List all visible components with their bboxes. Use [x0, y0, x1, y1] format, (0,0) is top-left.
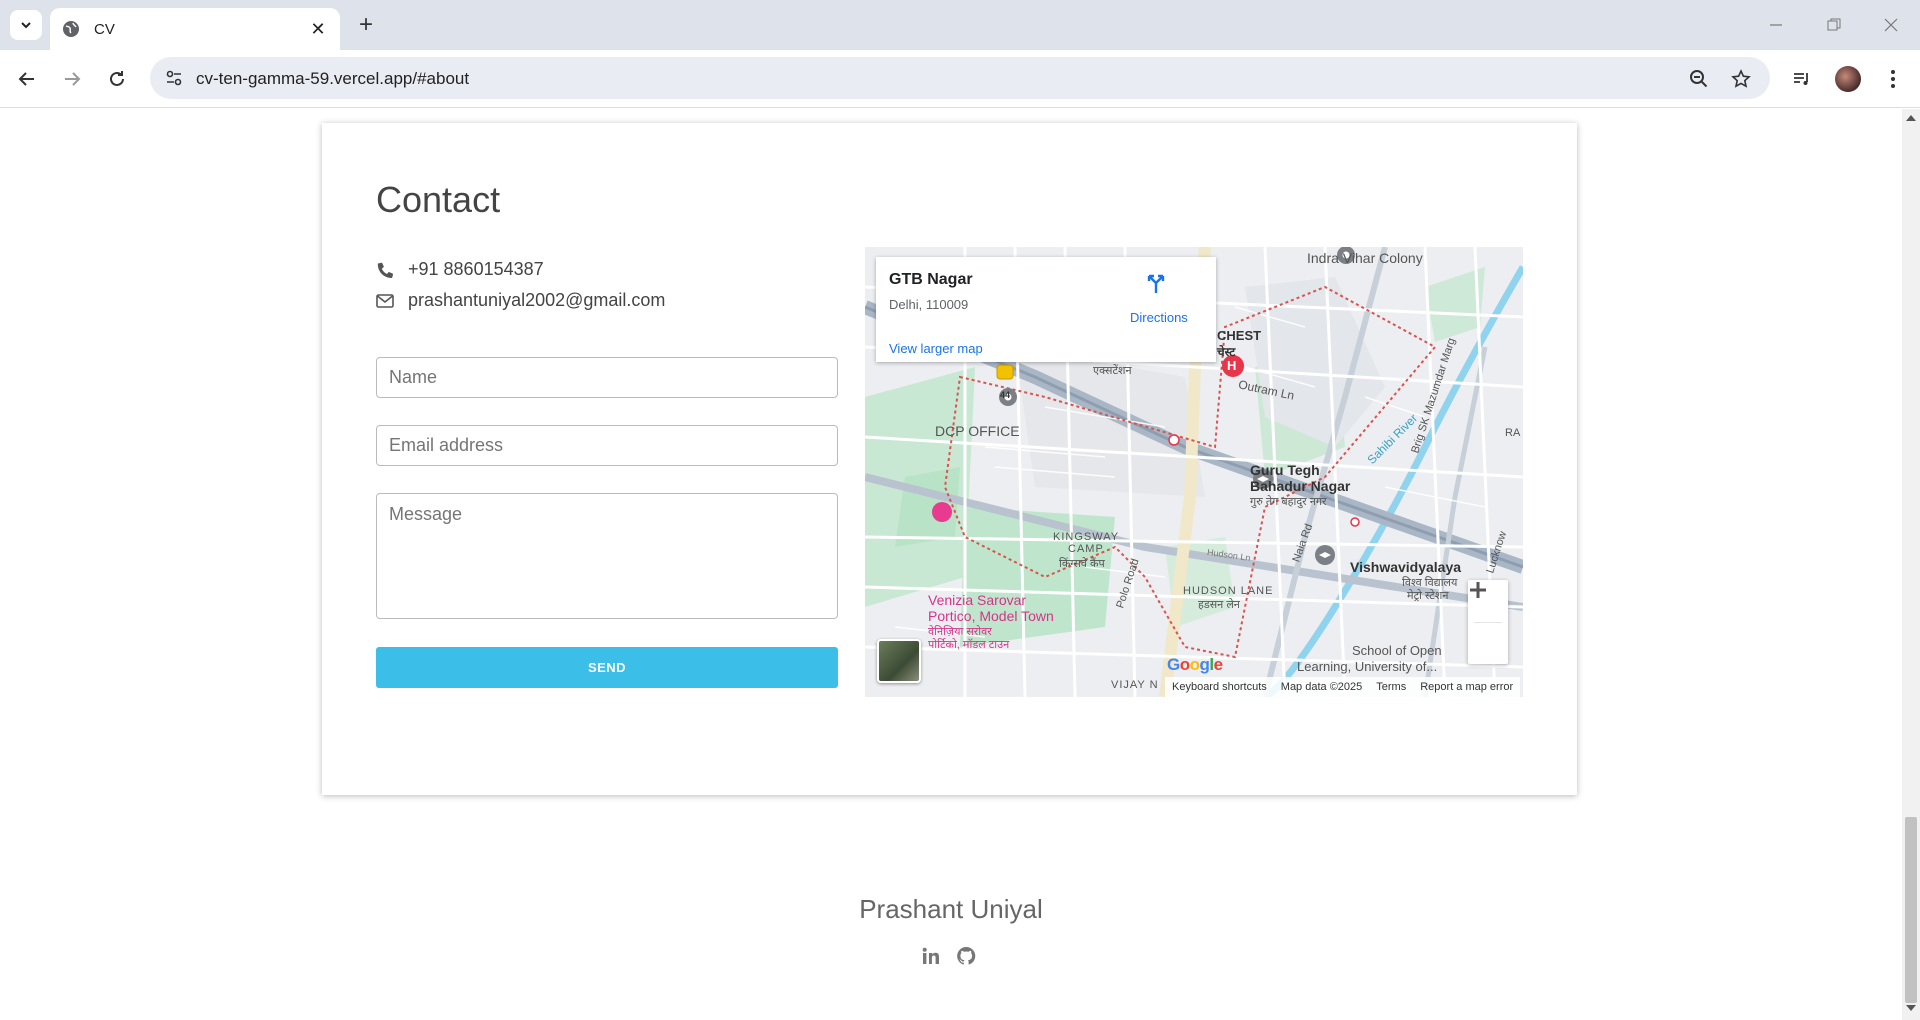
github-link[interactable]	[955, 945, 977, 967]
phone-number: +91 8860154387	[408, 259, 544, 279]
media-control-button[interactable]	[1787, 64, 1817, 94]
email-address: prashantuniyal2002@gmail.com	[408, 290, 666, 310]
map-label-highway-44: 44	[1000, 390, 1011, 400]
map-place-card: GTB Nagar Delhi, 110009 Directions View …	[876, 257, 1216, 362]
view-larger-map-link[interactable]: View larger map	[889, 341, 983, 356]
map-label-dcp-office: DCP OFFICE	[935, 423, 1020, 439]
google-logo: Google	[1167, 655, 1223, 674]
map-label-ra: RA	[1505, 427, 1521, 439]
map-label-extension-hi: एक्सटेंशन	[1093, 365, 1132, 377]
tab-strip: CV ✕ +	[0, 0, 1920, 50]
satellite-toggle[interactable]	[877, 639, 921, 683]
scroll-up-arrow[interactable]	[1906, 115, 1916, 121]
contact-section: Contact +91 8860154387 prashantuniyal200…	[322, 123, 1577, 795]
map-label-indra-vihar: Indra Vihar Colony	[1307, 250, 1423, 266]
github-icon	[957, 946, 976, 965]
zoom-divider	[1474, 622, 1502, 623]
media-queue-icon	[1794, 73, 1808, 85]
site-settings-icon[interactable]	[164, 68, 184, 88]
map-label-gtb-nagar-2: Bahadur Nagar	[1250, 478, 1351, 494]
url-text: cv-ten-gamma-59.vercel.app/#about	[196, 69, 470, 88]
envelope-icon	[376, 291, 398, 311]
star-icon	[1731, 69, 1751, 88]
zoom-out-button[interactable]	[1468, 588, 1508, 664]
map-label-gtb-hi: गुरु तेग बहादुर नगर	[1250, 496, 1327, 508]
new-tab-button[interactable]: +	[352, 12, 380, 40]
address-bar[interactable]: cv-ten-gamma-59.vercel.app/#about	[150, 57, 1770, 99]
map-label-school-1: School of Open	[1352, 643, 1442, 658]
close-tab-icon[interactable]: ✕	[308, 19, 328, 39]
minimize-icon	[1770, 24, 1782, 26]
keyboard-shortcuts-link[interactable]: Keyboard shortcuts	[1172, 681, 1267, 693]
forward-button[interactable]	[57, 64, 87, 94]
email-input[interactable]	[376, 425, 838, 466]
map-label-hudson-lane: HUDSON LANE	[1183, 585, 1274, 597]
zoom-button[interactable]	[1688, 68, 1710, 90]
contact-heading: Contact	[376, 179, 501, 220]
globe-icon	[63, 21, 79, 37]
map-label-vishwavidyalaya: Vishwavidyalaya	[1350, 559, 1462, 575]
tab-title: CV	[94, 20, 115, 38]
phone-icon	[376, 260, 398, 280]
phone-row: +91 8860154387	[376, 259, 544, 280]
restore-button[interactable]	[1814, 8, 1854, 42]
map-label-vish-hi-2: मेट्रो स्टेशन	[1407, 590, 1449, 602]
message-textarea[interactable]	[376, 493, 838, 619]
map-attribution-bar: Keyboard shortcuts Map data ©2025 Terms …	[1165, 677, 1521, 697]
hospital-icon: H	[1227, 358, 1237, 373]
scroll-down-arrow[interactable]	[1906, 1005, 1916, 1011]
reload-button[interactable]	[102, 64, 132, 94]
restore-icon	[1827, 18, 1841, 31]
tab-search-button[interactable]	[10, 10, 42, 40]
page-viewport: Contact +91 8860154387 prashantuniyal200…	[0, 109, 1902, 1020]
directions-icon[interactable]	[1144, 271, 1168, 295]
linkedin-link[interactable]	[920, 945, 942, 967]
name-input[interactable]	[376, 357, 838, 398]
map-label-chest: CHEST	[1217, 328, 1262, 343]
bookmark-button[interactable]	[1730, 68, 1752, 90]
avatar	[1835, 66, 1861, 92]
zoom-out-icon	[1690, 70, 1708, 88]
reload-icon	[110, 71, 124, 86]
map-label-kingsway-2: CAMP	[1068, 543, 1104, 555]
minus-icon	[1470, 588, 1486, 592]
minimize-button[interactable]	[1756, 8, 1796, 42]
browser-tab[interactable]: CV ✕	[50, 8, 340, 50]
report-map-error-link[interactable]: Report a map error	[1420, 681, 1513, 693]
map-label-kingsway-hi: किंग्सवे कैंप	[1059, 558, 1105, 570]
page-scrollbar[interactable]	[1902, 109, 1920, 1020]
map-label-venizia-2: Portico, Model Town	[928, 608, 1054, 624]
map-label-venizia-hi-2: पोर्टिको, मॉडल टाउन	[928, 639, 1010, 651]
map-label-venizia-1: Venizia Sarovar	[928, 592, 1027, 608]
footer-name: Prashant Uniyal	[859, 894, 1043, 924]
browser-menu-button[interactable]	[1878, 64, 1908, 94]
map-label-gtb-nagar-1: Guru Tegh	[1250, 462, 1320, 478]
email-row: prashantuniyal2002@gmail.com	[376, 290, 665, 311]
close-window-button[interactable]	[1871, 8, 1911, 42]
profile-button[interactable]	[1833, 64, 1863, 94]
terms-link[interactable]: Terms	[1376, 681, 1406, 693]
embedded-map[interactable]: Indra Vihar Colony CHEST चेस्ट एक्सटेंशन…	[865, 247, 1523, 697]
map-label-school-2: Learning, University of...	[1297, 659, 1438, 674]
browser-toolbar: cv-ten-gamma-59.vercel.app/#about	[0, 50, 1920, 108]
arrow-left-icon	[18, 72, 34, 86]
chevron-down-icon	[21, 22, 31, 29]
arrow-right-icon	[65, 72, 81, 86]
send-button[interactable]: SEND	[376, 647, 838, 688]
kebab-menu-icon	[1891, 70, 1895, 88]
map-label-vijay: VIJAY N	[1111, 679, 1159, 691]
map-zoom-controls	[1468, 580, 1508, 664]
map-label-kingsway-1: KINGSWAY	[1053, 531, 1120, 543]
linkedin-icon	[922, 947, 939, 964]
place-address: Delhi, 110009	[889, 297, 969, 312]
close-icon	[1884, 18, 1898, 32]
map-data-text: Map data ©2025	[1280, 681, 1363, 693]
directions-link[interactable]: Directions	[1130, 310, 1188, 325]
map-label-hudson-hi: हडसन लेन	[1198, 599, 1240, 611]
place-name: GTB Nagar	[889, 271, 973, 288]
back-button[interactable]	[12, 64, 42, 94]
scrollbar-thumb[interactable]	[1905, 817, 1917, 1003]
